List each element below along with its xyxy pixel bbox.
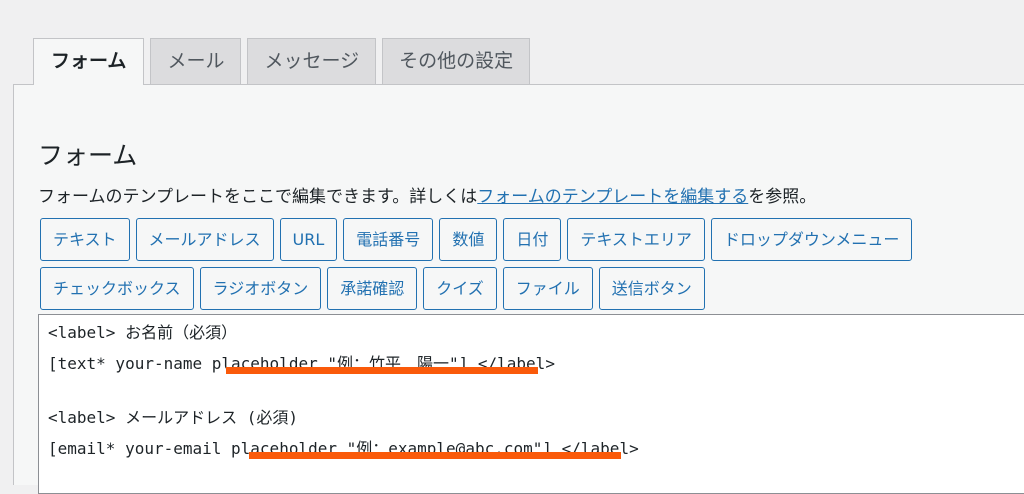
panel-description: フォームのテンプレートをここで編集できます。詳しくはフォームのテンプレートを編集… [38,182,816,207]
form-template-editor[interactable]: <label> お名前（必須） [text* your-name placeho… [38,314,1024,494]
editor-line: <label> メールアドレス (必須) [48,408,298,427]
tag-generator-row-1: テキスト メールアドレス URL 電話番号 数値 日付 テキストエリア ドロップ… [40,218,913,261]
tag-date-button[interactable]: 日付 [503,218,562,261]
tag-acceptance-button[interactable]: 承諾確認 [327,267,418,310]
editor-line: <label> お名前（必須） [48,323,238,342]
settings-tabs: フォーム メール メッセージ その他の設定 [33,38,531,85]
tag-tel-button[interactable]: 電話番号 [343,218,434,261]
tab-additional-settings[interactable]: その他の設定 [382,38,531,84]
tag-generator-row-2: チェックボックス ラジオボタン 承諾確認 クイズ ファイル 送信ボタン [40,267,705,310]
highlight-underline [249,452,621,459]
edit-template-link[interactable]: フォームのテンプレートを編集する [477,187,748,207]
tag-number-button[interactable]: 数値 [439,218,498,261]
tag-file-button[interactable]: ファイル [502,267,593,310]
tag-url-button[interactable]: URL [279,218,338,261]
description-prefix: フォームのテンプレートをここで編集できます。詳しくは [38,187,478,207]
tag-email-button[interactable]: メールアドレス [135,218,274,261]
highlight-underline [226,367,538,374]
tab-form[interactable]: フォーム [33,38,145,85]
tag-checkbox-button[interactable]: チェックボックス [40,267,194,310]
description-suffix: を参照。 [748,187,817,207]
tab-mail[interactable]: メール [150,38,242,84]
tab-messages[interactable]: メッセージ [247,38,377,84]
panel-title: フォーム [38,141,138,170]
tag-textarea-button[interactable]: テキストエリア [567,218,705,261]
tag-dropdown-button[interactable]: ドロップダウンメニュー [710,218,913,261]
tag-text-button[interactable]: テキスト [40,218,130,261]
tag-submit-button[interactable]: 送信ボタン [598,267,705,310]
tag-quiz-button[interactable]: クイズ [423,267,497,310]
tag-radio-button[interactable]: ラジオボタン [199,267,322,310]
